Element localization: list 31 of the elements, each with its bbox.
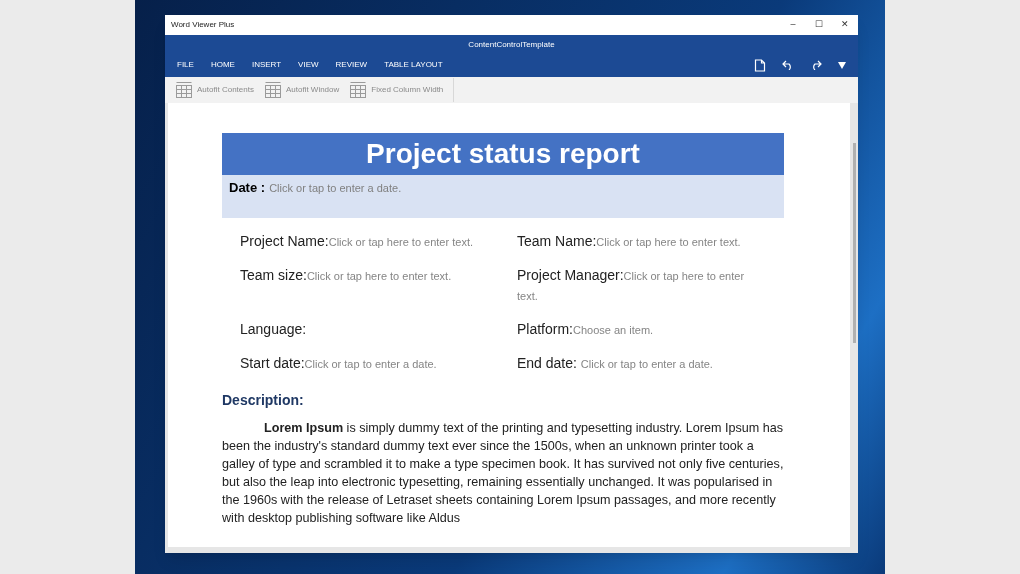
form-field: Team size:Click or tap here to enter text.	[240, 266, 487, 306]
minimize-button[interactable]: –	[780, 15, 806, 35]
menu-tab[interactable]: INSERT	[251, 59, 282, 71]
horizontal-scrollbar[interactable]	[165, 547, 858, 553]
menu-tab[interactable]: HOME	[210, 59, 235, 71]
maximize-button[interactable]: ☐	[806, 15, 832, 35]
undo-icon[interactable]	[782, 60, 794, 70]
report-heading: Project status report	[366, 137, 640, 171]
menu-tab[interactable]: REVIEW	[335, 59, 368, 71]
date-label: Date :	[229, 179, 266, 197]
table-icon	[175, 81, 193, 99]
form-field: End date: Click or tap to enter a date.	[517, 354, 764, 374]
new-document-icon[interactable]	[754, 58, 766, 72]
form-field: Start date:Click or tap to enter a date.	[240, 354, 487, 374]
menu-tab[interactable]: FILE	[177, 59, 194, 71]
dropdown-icon[interactable]	[838, 61, 846, 69]
redo-icon[interactable]	[810, 60, 822, 70]
close-button[interactable]: ✕	[832, 15, 858, 35]
form-field: Team Name:Click or tap here to enter text.	[517, 232, 764, 252]
section-title: Description:	[222, 391, 305, 410]
form-field: Project Name:Click or tap here to enter text.	[240, 232, 487, 252]
form-field: Platform:Choose an item.	[517, 320, 764, 340]
description-paragraph: Lorem Ipsum is simply dummy text of the printing and typesetting industry. Lorem Ipsum has been the industry's standard dummy text ever since the 1500s, when an unknown printer took a galley of type and scrambled it to make a type specimen book. It has survived not only five centuries, but also the leap into electronic typesetting, remaining essentially unchanged. It was popularised in the 1960s with the release of Letraset sheets containing Lorem Ipsum passages, and more recently with desktop publishing software like Aldus	[222, 420, 784, 527]
document-title: ContentControlTemplate	[468, 39, 555, 51]
form-field: Language:	[240, 320, 487, 340]
window-title: Word Viewer Plus	[171, 19, 235, 31]
table-icon	[349, 81, 368, 99]
menu-tab[interactable]: TABLE LAYOUT	[384, 59, 443, 71]
form-field: Project Manager:Click or tap here to enter text.	[517, 266, 764, 306]
table-icon	[263, 81, 282, 99]
menu-tab[interactable]: VIEW	[298, 59, 319, 71]
